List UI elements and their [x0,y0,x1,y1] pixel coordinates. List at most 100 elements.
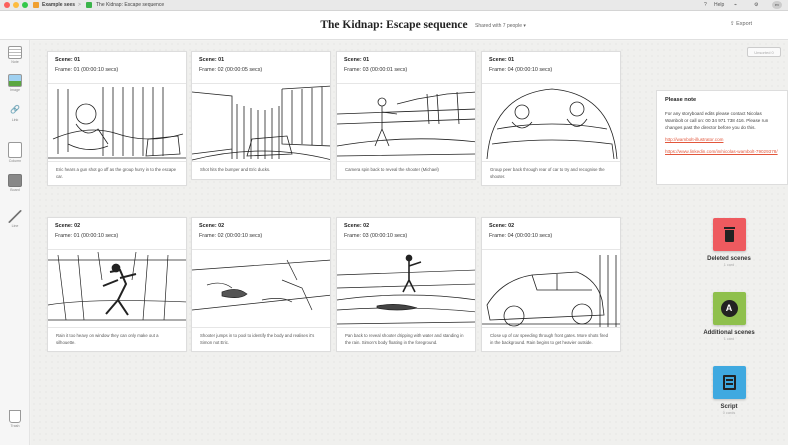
help-link[interactable]: Help [714,1,724,9]
trash-label: Trash [10,424,20,428]
frame-label: Frame: 03 (00:00:01 secs) [344,67,408,73]
storyboard-card[interactable]: Scene: 02 Frame: 03 (00:00:10 secs) Pan b… [336,217,476,352]
storyboard-card[interactable]: Scene: 01 Frame: 04 (00:00:10 secs) Group… [481,51,621,186]
board-count: 1 card [723,337,735,341]
script-icon [712,366,746,399]
scene-label: Scene: 01 [55,57,81,63]
tool-column-label: Column [8,159,22,163]
column-icon [8,142,22,158]
breadcrumb-separator: > [78,2,81,8]
board-title: Script [720,404,738,410]
note-title: Please note [665,97,697,103]
board-color-icon [86,2,92,8]
deleted-scenes-board[interactable]: Deleted scenes 1 card [696,218,762,267]
frame-caption: Eric hears a gun shot go off as the grou… [56,167,177,179]
user-avatar[interactable]: ev [772,1,782,9]
tool-note-label: Note [11,60,19,64]
storyboard-card[interactable]: Scene: 01 Frame: 03 (00:00:01 secs) Camer… [336,51,476,180]
website-link[interactable]: http://wambolt-illustrator.com [665,136,779,143]
tool-line[interactable]: Line [4,210,26,228]
frame-label: Frame: 02 (00:00:10 secs) [199,233,263,239]
app-logo-icon [33,2,39,8]
export-icon: ⇪ [730,21,735,27]
page-title: The Kidnap: Escape sequence [320,19,468,31]
tool-line-label: Line [11,224,19,228]
frame-label: Frame: 02 (00:00:05 secs) [199,67,263,73]
frame-label: Frame: 04 (00:00:10 secs) [489,67,553,73]
export-button[interactable]: ⇪ Export [730,21,752,27]
line-icon [8,210,22,223]
additional-scenes-board[interactable]: A Additional scenes 1 card [696,292,762,341]
maximize-window-icon[interactable] [22,2,28,8]
board-header: The Kidnap: Escape sequence Shared with … [0,11,788,40]
frame-caption: Pan back to reveal shooter dripping with… [345,333,464,345]
scene-label: Scene: 01 [199,57,225,63]
settings-icon[interactable]: ⚙ [754,1,758,9]
tool-link[interactable]: 🔗 Link [4,104,26,122]
breadcrumb-document[interactable]: The Kidnap: Escape sequence [96,1,164,9]
shared-with-dropdown[interactable]: Shared with 7 people ▾ [475,23,526,29]
a-icon: A [712,292,746,325]
window-titlebar: Example sees > The Kidnap: Escape sequen… [0,0,788,11]
board-title: Additional scenes [703,330,755,336]
scene-label: Scene: 02 [199,223,225,229]
frame-label: Frame: 01 (00:00:10 secs) [55,233,119,239]
image-icon [8,74,22,87]
frame-caption: Shot hits the bumper and Eric ducks. [200,167,271,172]
frame-caption: Close up of car speeding through front g… [490,333,608,345]
scene-label: Scene: 01 [489,57,515,63]
tool-board-label: Board [10,188,20,192]
storyboard-card[interactable]: Scene: 02 Frame: 04 (00:00:10 secs) Close… [481,217,621,352]
frame-label: Frame: 04 (00:00:10 secs) [489,233,553,239]
sketch-image [48,250,186,328]
link-icon: 🔗 [10,105,20,114]
tool-note[interactable]: Note [4,46,26,64]
trash-icon [9,410,21,423]
sketch-image [482,84,620,162]
storyboard-card[interactable]: Scene: 02 Frame: 01 (00:00:10 secs) Rain … [47,217,187,352]
frame-caption: Rain it too heavy on window they can onl… [56,333,159,345]
tool-image-label: Image [10,88,20,92]
frame-label: Frame: 03 (00:00:10 secs) [344,233,408,239]
sketch-image [482,250,620,328]
close-window-icon[interactable] [4,2,10,8]
frame-caption: Camera spin back to reveal the shooter (… [345,167,439,172]
storyboard-card[interactable]: Scene: 01 Frame: 02 (00:00:05 secs) Shot … [191,51,331,180]
scene-label: Scene: 02 [344,223,370,229]
linkedin-link[interactable]: https://www.linkedin.com/in/nicolas-wamb… [665,148,779,155]
tool-board[interactable]: Board [4,174,26,192]
note-body: For any storyboard edits please contact … [665,111,769,130]
sketch-image [192,84,330,162]
board-icon [8,174,22,187]
chevron-down-icon: ▾ [523,23,526,29]
please-note-card[interactable]: Please note For any storyboard edits ple… [656,90,788,185]
sketch-image [192,250,330,328]
breadcrumb-app[interactable]: Example sees [42,1,75,9]
unsorted-button[interactable]: Unsorted 0 [747,47,781,57]
sketch-image [337,84,475,162]
scene-label: Scene: 01 [344,57,370,63]
sketch-image [337,250,475,328]
help-icon[interactable]: ? [704,1,707,9]
frame-label: Frame: 01 (00:00:10 secs) [55,67,119,73]
frame-caption: Shooter jumps in to pool to identify the… [200,333,315,345]
sketch-image [48,84,186,162]
notifications-icon[interactable]: ⌁ [734,1,737,9]
minimize-window-icon[interactable] [13,2,19,8]
tool-sidebar: Note Image 🔗 Link Column Board Line Tras… [0,40,30,445]
trash-bin[interactable]: Trash [4,410,26,428]
board-count: 1 card [723,263,735,267]
scene-label: Scene: 02 [489,223,515,229]
scene-label: Scene: 02 [55,223,81,229]
board-count: 0 cards [722,411,736,415]
tool-link-label: Link [11,118,19,122]
tool-column[interactable]: Column [4,142,26,163]
script-board[interactable]: Script 0 cards [696,366,762,415]
frame-caption: Group peer back through rear of car to t… [490,167,605,179]
storyboard-card[interactable]: Scene: 01 Frame: 01 (00:00:10 secs) Eric … [47,51,187,186]
tool-image[interactable]: Image [4,74,26,92]
board-title: Deleted scenes [707,256,751,262]
storyboard-card[interactable]: Scene: 02 Frame: 02 (00:00:10 secs) Shoot… [191,217,331,352]
note-icon [8,46,22,59]
trash-icon [712,218,746,251]
